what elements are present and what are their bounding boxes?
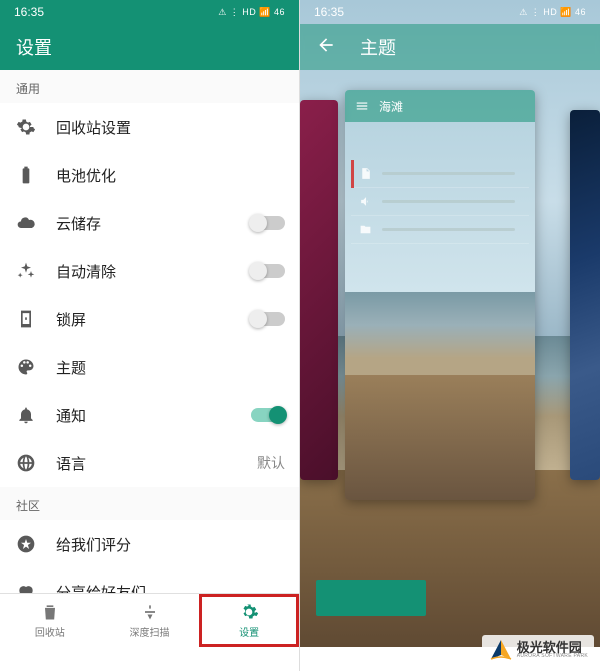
nav-label: 深度扫描 [130, 624, 170, 639]
theme-header: 主题 [300, 24, 600, 70]
theme-preview-header: 海滩 [345, 90, 535, 122]
header-title: 主题 [360, 34, 396, 60]
theme-screen: 16:35 ⚠ ⋮ HD 📶 46 主题 海滩 [300, 0, 600, 671]
label: 电池优化 [56, 165, 285, 186]
item-theme[interactable]: 主题 [0, 343, 299, 391]
trash-icon [40, 602, 60, 622]
item-cloud[interactable]: 云储存 [0, 199, 299, 247]
watermark: 极光软件园 AURORA SOFTWARE PARK [482, 635, 594, 665]
theme-carousel[interactable]: 海滩 [300, 80, 600, 591]
gear-icon [14, 115, 38, 139]
nav-recycle[interactable]: 回收站 [0, 594, 100, 647]
list-item [351, 188, 529, 216]
item-auto-clean[interactable]: 自动清除 [0, 247, 299, 295]
lock-icon [14, 307, 38, 331]
settings-list[interactable]: 通用 回收站设置 电池优化 云储存 自动清除 锁屏 [0, 70, 299, 613]
status-bar-right: 16:35 ⚠ ⋮ HD 📶 46 [300, 0, 600, 24]
folder-icon [359, 223, 372, 236]
back-icon[interactable] [316, 35, 336, 60]
lock-toggle[interactable] [251, 312, 285, 326]
section-community: 社区 [0, 487, 299, 520]
palette-icon [14, 355, 38, 379]
nav-label: 设置 [239, 624, 259, 639]
header-title: 设置 [16, 34, 52, 60]
battery-icon [14, 163, 38, 187]
item-language[interactable]: 语言 默认 [0, 439, 299, 487]
theme-card-prev[interactable] [300, 100, 338, 480]
label: 语言 [56, 453, 249, 474]
status-time: 16:35 [14, 5, 44, 19]
bell-icon [14, 403, 38, 427]
nav-scan[interactable]: 深度扫描 [100, 594, 200, 647]
cloud-toggle[interactable] [251, 216, 285, 230]
star-icon [14, 532, 38, 556]
label: 通知 [56, 405, 251, 426]
globe-icon [14, 451, 38, 475]
label: 回收站设置 [56, 117, 285, 138]
auto-clean-toggle[interactable] [251, 264, 285, 278]
label: 主题 [56, 357, 285, 378]
item-recycle-settings[interactable]: 回收站设置 [0, 103, 299, 151]
item-lock[interactable]: 锁屏 [0, 295, 299, 343]
label: 锁屏 [56, 309, 251, 330]
list-item [351, 216, 529, 244]
watermark-text-cn: 极光软件园 [517, 641, 588, 655]
gear-icon [239, 602, 259, 622]
item-notify[interactable]: 通知 [0, 391, 299, 439]
bottom-nav: 回收站 深度扫描 设置 [0, 593, 299, 647]
status-indicators: ⚠ ⋮ HD 📶 46 [519, 7, 586, 18]
theme-preview-body [345, 122, 535, 500]
section-general: 通用 [0, 70, 299, 103]
sparkle-icon [14, 259, 38, 283]
theme-name: 海滩 [379, 98, 403, 115]
nav-label: 回收站 [35, 624, 65, 639]
settings-screen: 16:35 ⚠ ⋮ HD 📶 46 设置 通用 回收站设置 电池优化 云储存 [0, 0, 300, 671]
apply-button[interactable] [316, 580, 426, 616]
menu-icon [355, 99, 369, 113]
theme-card-next[interactable] [570, 110, 600, 480]
notify-toggle[interactable] [251, 408, 285, 422]
scan-icon [140, 602, 160, 622]
item-rate[interactable]: 给我们评分 [0, 520, 299, 568]
nav-settings[interactable]: 设置 [199, 594, 299, 647]
watermark-text-en: AURORA SOFTWARE PARK [517, 654, 588, 659]
label: 自动清除 [56, 261, 251, 282]
aurora-logo-icon [488, 637, 514, 663]
label: 云储存 [56, 213, 251, 234]
theme-card-current[interactable]: 海滩 [345, 90, 535, 500]
status-time: 16:35 [314, 5, 344, 19]
status-bar-left: 16:35 ⚠ ⋮ HD 📶 46 [0, 0, 299, 24]
sound-icon [359, 195, 372, 208]
language-value: 默认 [257, 453, 285, 473]
list-item [351, 160, 529, 188]
settings-header: 设置 [0, 24, 299, 70]
file-icon [359, 167, 372, 180]
label: 给我们评分 [56, 534, 285, 555]
status-indicators: ⚠ ⋮ HD 📶 46 [218, 7, 285, 18]
item-battery[interactable]: 电池优化 [0, 151, 299, 199]
cloud-icon [14, 211, 38, 235]
preview-list [351, 160, 529, 244]
